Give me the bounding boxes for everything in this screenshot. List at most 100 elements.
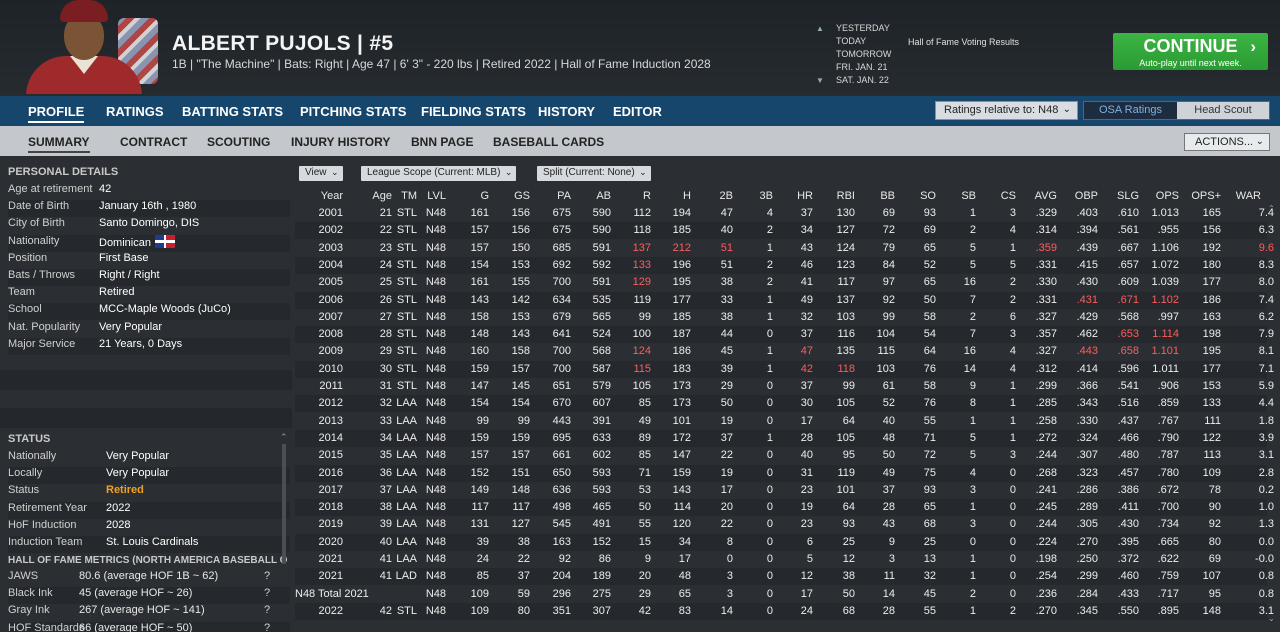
table-row[interactable]: 2010 30 STL N48 159 157 700 587 115 183 39 1 42 118 10…	[295, 360, 1274, 378]
table-cell: .859	[1157, 397, 1179, 410]
table-cell: 177	[672, 293, 691, 306]
column-header-year[interactable]: Year	[321, 190, 343, 202]
column-header-cs[interactable]: CS	[1001, 190, 1016, 202]
column-header-ab[interactable]: AB	[596, 190, 611, 202]
subtab-baseball-cards[interactable]: BASEBALL CARDS	[493, 135, 604, 149]
table-row[interactable]: 2014 34 LAA N48 159 159 695 633 89 172 37 1 28 105 48 7…	[295, 429, 1274, 447]
table-cell: LAD	[395, 570, 417, 583]
column-header-gs[interactable]: GS	[514, 190, 530, 202]
actions-button[interactable]: ACTIONS... ⌄	[1184, 133, 1270, 151]
scrollbar-thumb[interactable]	[282, 444, 286, 564]
column-header-tm[interactable]: TM	[401, 190, 417, 202]
column-header-lvl[interactable]: LVL	[427, 190, 446, 202]
table-row[interactable]: 2020 40 LAA N48 39 38 163 152 15 34 8 0 6 25 9 25 0 0.224…	[295, 533, 1274, 551]
table-row[interactable]: N48 Total 2021 N48 109 59 296 275 29 65 3 0 17 50 14…	[295, 586, 1274, 603]
help-icon[interactable]: ?	[264, 570, 270, 582]
column-header-hr[interactable]: HR	[797, 190, 813, 202]
table-row[interactable]: 2002 22 STL N48 157 156 675 590 118 185 40 2 34 127 72…	[295, 222, 1274, 240]
continue-button[interactable]: CONTINUE Auto-play until next week. ›	[1113, 33, 1268, 70]
head-scout-button[interactable]: Head Scout	[1177, 102, 1269, 119]
tab-ratings[interactable]: RATINGS	[106, 104, 164, 119]
column-header-avg[interactable]: AVG	[1035, 190, 1057, 202]
help-icon[interactable]: ?	[264, 604, 270, 616]
osa-ratings-button[interactable]: OSA Ratings	[1084, 102, 1177, 119]
subtab-injury-history[interactable]: INJURY HISTORY	[291, 135, 390, 149]
split-dropdown[interactable]: Split (Current: None) ⌄	[537, 166, 651, 181]
column-header-h[interactable]: H	[683, 190, 691, 202]
column-header-war[interactable]: WAR	[1236, 190, 1261, 202]
column-header-opsplus[interactable]: OPS+	[1191, 190, 1221, 202]
calendar-day[interactable]: TODAY	[836, 35, 891, 48]
ratings-relative-select[interactable]: Ratings relative to: N48 ⌄	[935, 101, 1078, 120]
subtab-contract[interactable]: CONTRACT	[120, 135, 187, 149]
table-scrollbar[interactable]: ⌃ ⌄	[1268, 204, 1278, 628]
column-header-ops[interactable]: OPS	[1156, 190, 1179, 202]
tab-pitching-stats[interactable]: PITCHING STATS	[300, 104, 406, 119]
table-row[interactable]: 2012 32 LAA N48 154 154 670 607 85 173 50 0 30 105 52 7…	[295, 395, 1274, 413]
column-header-g[interactable]: G	[480, 190, 489, 202]
table-row[interactable]: 2011 31 STL N48 147 145 651 579 105 173 29 0 37 99 61 5…	[295, 378, 1274, 395]
table-cell: 185	[672, 310, 691, 323]
tab-history[interactable]: HISTORY	[538, 104, 595, 119]
subtab-bnn-page[interactable]: BNN PAGE	[411, 135, 473, 149]
table-row[interactable]: 2016 36 LAA N48 152 151 650 593 71 159 19 0 31 119 49 7…	[295, 464, 1274, 482]
column-header-2b[interactable]: 2B	[720, 190, 733, 202]
help-icon[interactable]: ?	[264, 622, 270, 632]
calendar-day[interactable]: YESTERDAY	[836, 22, 891, 35]
column-header-bb[interactable]: BB	[880, 190, 895, 202]
table-row[interactable]: 2008 28 STL N48 148 143 641 524 100 187 44 0 37 116 10…	[295, 326, 1274, 344]
column-header-so[interactable]: SO	[920, 190, 936, 202]
table-cell: .466	[1117, 431, 1139, 444]
column-header-r[interactable]: R	[643, 190, 651, 202]
table-row[interactable]: 2001 21 STL N48 161 156 675 590 112 194 47 4 37 130 69…	[295, 205, 1274, 222]
table-row[interactable]: 2009 29 STL N48 160 158 700 568 124 186 45 1 47 135 11…	[295, 343, 1274, 360]
tab-fielding-stats[interactable]: FIELDING STATS	[421, 104, 526, 119]
scroll-down-icon[interactable]: ⌄	[1268, 614, 1275, 623]
table-row[interactable]: 2003 23 STL N48 157 150 685 591 137 212 51 1 43 124 79…	[295, 240, 1274, 257]
calendar-event[interactable]: Hall of Fame Voting Results	[908, 37, 1019, 47]
league-scope-dropdown[interactable]: League Scope (Current: MLB) ⌄	[361, 166, 517, 181]
column-header-age[interactable]: Age	[372, 190, 392, 202]
calendar-day[interactable]: FRI. JAN. 21	[836, 61, 891, 74]
tab-batting-stats[interactable]: BATTING STATS	[182, 104, 283, 119]
table-row[interactable]: 2007 27 STL N48 158 153 679 565 99 185 38 1 32 103 99 5…	[295, 309, 1274, 326]
table-row[interactable]: 2004 24 STL N48 154 153 692 592 133 196 51 2 46 123 84…	[295, 256, 1274, 274]
calendar-down-icon[interactable]: ▼	[816, 74, 824, 87]
calendar-day[interactable]: SAT. JAN. 22	[836, 74, 891, 87]
table-row[interactable]: 2017 37 LAA N48 149 148 636 593 53 143 17 0 23 101 37 9…	[295, 482, 1274, 499]
detail-label: Nationality	[8, 234, 60, 247]
tab-profile[interactable]: PROFILE	[28, 104, 85, 123]
column-header-3b[interactable]: 3B	[760, 190, 773, 202]
table-row[interactable]: 2018 38 LAA N48 117 117 498 465 50 114 20 0 19 64 28 65…	[295, 499, 1274, 517]
column-header-obp[interactable]: OBP	[1075, 190, 1098, 202]
column-header-slg[interactable]: SLG	[1117, 190, 1139, 202]
column-header-sb[interactable]: SB	[961, 190, 976, 202]
table-row[interactable]: 2019 39 LAA N48 131 127 545 491 55 120 22 0 23 93 43 68…	[295, 516, 1274, 533]
table-row[interactable]: 2022 42 STL N48 109 80 351 307 42 83 14 0 24 68 28 55 1 2…	[295, 602, 1274, 620]
table-row[interactable]: 2013 33 LAA N48 99 99 443 391 49 101 19 0 17 64 40 55 1 1…	[295, 413, 1274, 430]
table-row[interactable]: 2006 26 STL N48 143 142 634 535 119 177 33 1 49 137 92…	[295, 291, 1274, 309]
left-panel-scrollbar[interactable]	[282, 434, 288, 624]
table-cell: 50	[638, 501, 651, 514]
tab-editor[interactable]: EDITOR	[613, 104, 662, 119]
table-cell: N48	[425, 483, 446, 496]
table-row[interactable]: 2021 41 LAA N48 24 22 92 86 9 17 0 0 5 12 3 13 1 0 .198 .25…	[295, 551, 1274, 568]
subtab-summary[interactable]: SUMMARY	[28, 135, 90, 153]
table-cell: 154	[470, 397, 489, 410]
column-header-pa[interactable]: PA	[557, 190, 571, 202]
calendar-up-icon[interactable]: ▲	[816, 22, 824, 35]
subtab-scouting[interactable]: SCOUTING	[207, 135, 270, 149]
column-header-rbi[interactable]: RBI	[837, 190, 855, 202]
table-cell: 1	[766, 345, 773, 358]
view-dropdown[interactable]: View ⌄	[299, 166, 343, 181]
help-icon[interactable]: ?	[264, 587, 270, 599]
calendar-day[interactable]: TOMORROW	[836, 48, 891, 61]
table-row[interactable]: 2005 25 STL N48 161 155 700 591 129 195 38 2 41 117 97…	[295, 274, 1274, 291]
table-row[interactable]: 2015 35 LAA N48 157 157 661 602 85 147 22 0 40 95 50 72…	[295, 447, 1274, 464]
table-cell: .431	[1076, 293, 1098, 306]
table-cell: .622	[1157, 553, 1179, 565]
detail-row: Date of Birth January 16th , 1980	[8, 200, 290, 218]
table-row[interactable]: 2021 41 LAD N48 85 37 204 189 20 48 3 0 12 38 11 32 1 0.2…	[295, 568, 1274, 586]
status-row: Retirement Year 2022	[8, 501, 290, 519]
scroll-up-icon[interactable]: ⌃	[1268, 204, 1275, 213]
